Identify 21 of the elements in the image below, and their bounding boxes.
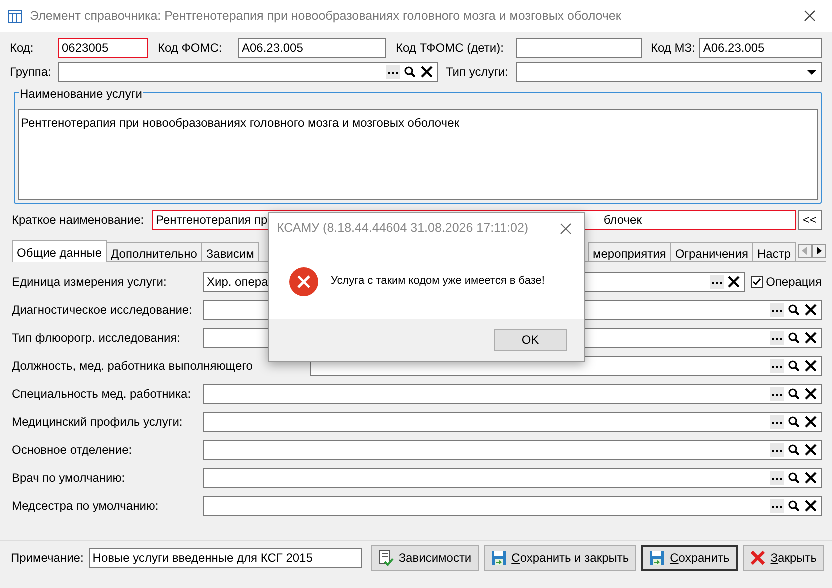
checkbox-label: Операция [766, 274, 822, 291]
dialog-title: КСАМУ (8.18.44.44604 31.08.2026 17:11:02) [277, 220, 529, 238]
field-label: Краткое наименование: [12, 212, 146, 229]
field-label: Медицинский профиль услуги: [12, 414, 184, 431]
field-label: Примечание: [11, 550, 84, 566]
field-label: Тип флюорогр. исследования: [12, 330, 182, 347]
field-label: Тип услуги: [446, 64, 510, 81]
field-label: Код: [10, 40, 35, 57]
field-label: Код МЗ: [651, 40, 696, 57]
field-label: Диагностическое исследование: [12, 302, 194, 319]
field-label: Группа: [10, 64, 52, 81]
field-label: Основное отделение: [12, 442, 134, 459]
field-label: Должность, мед. работника выполняющего [12, 358, 254, 375]
field-label: Медсестра по умолчанию: [12, 498, 160, 515]
field-label: Единица измерения услуги: [12, 274, 168, 291]
field-label: Код ТФОМС (дети): [396, 40, 505, 57]
field-label: Код ФОМС: [158, 40, 224, 57]
field-label: Врач по умолчанию: [12, 470, 126, 487]
dialog-message: Услуга с таким кодом уже имеется в базе! [331, 274, 545, 290]
window-title: Элемент справочника: Рентгенотерапия при новообразованиях головного мозга и мозговых оболочек [30, 8, 622, 25]
field-label: Специальность мед. работника: [12, 386, 192, 403]
